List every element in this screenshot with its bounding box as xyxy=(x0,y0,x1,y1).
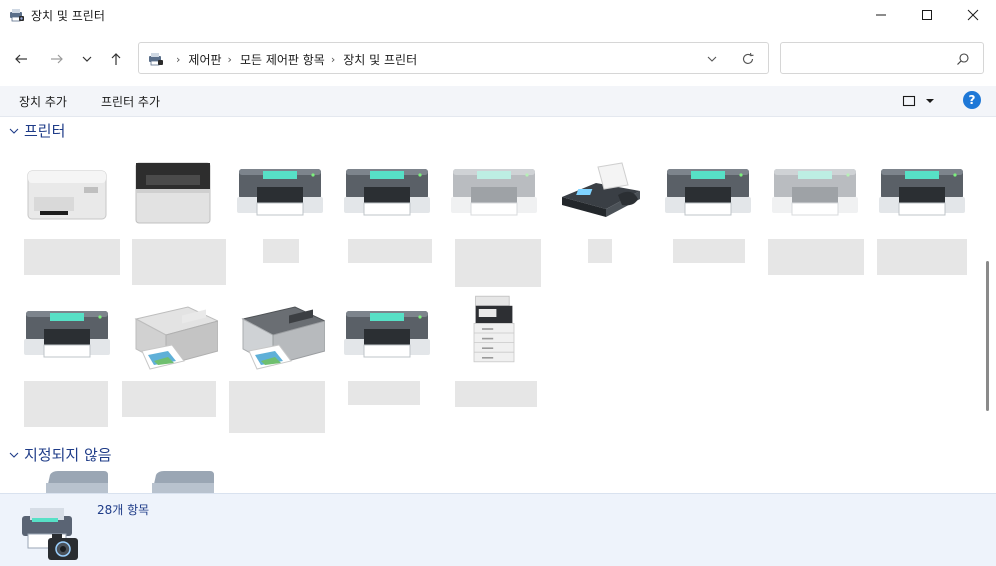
device-printer[interactable] xyxy=(869,157,975,277)
devices-printers-icon xyxy=(22,508,78,560)
device-printer[interactable] xyxy=(334,157,440,267)
minimize-icon xyxy=(876,14,886,16)
breadcrumb-control-panel[interactable]: 제어판 xyxy=(188,51,221,68)
obscured-label xyxy=(229,381,325,433)
printer-offline-icon xyxy=(449,157,539,229)
obscured-label xyxy=(24,239,120,275)
obscured-label xyxy=(455,239,541,287)
vertical-scrollbar[interactable] xyxy=(982,117,996,493)
breadcrumb-devices-printers[interactable]: 장치 및 프린터 xyxy=(343,51,417,68)
device-printer[interactable] xyxy=(655,157,761,267)
device-printer[interactable] xyxy=(14,157,120,277)
group-header-printers[interactable]: 프린터 xyxy=(8,120,65,141)
obscured-label xyxy=(455,381,537,407)
device-unspecified[interactable] xyxy=(120,469,226,493)
back-arrow-icon xyxy=(15,54,27,64)
close-button[interactable] xyxy=(950,0,996,30)
obscured-label xyxy=(588,239,612,263)
details-pane: 28개 항목 xyxy=(0,493,996,566)
device-printer[interactable] xyxy=(441,157,547,287)
up-arrow-icon xyxy=(111,53,121,65)
add-printer-button[interactable]: 프린터 추가 xyxy=(101,93,160,110)
back-button[interactable] xyxy=(10,48,32,70)
photo-printer-icon xyxy=(241,306,325,370)
device-printer[interactable] xyxy=(334,299,440,409)
printer-icon xyxy=(342,299,432,371)
add-device-button[interactable]: 장치 추가 xyxy=(19,93,67,110)
scrollbar-thumb[interactable] xyxy=(986,261,989,411)
device-printer[interactable] xyxy=(14,299,120,429)
group-label: 프린터 xyxy=(24,122,66,140)
obscured-label xyxy=(348,239,432,263)
devices-printers-icon xyxy=(149,53,163,66)
search-box[interactable] xyxy=(780,42,984,74)
device-printer[interactable] xyxy=(227,299,333,435)
maximize-button[interactable] xyxy=(904,0,950,30)
device-printer[interactable] xyxy=(120,299,226,419)
fax-icon xyxy=(562,162,640,217)
minimize-button[interactable] xyxy=(858,0,904,30)
obscured-label xyxy=(673,239,745,263)
view-dropdown-icon[interactable] xyxy=(924,96,936,106)
refresh-icon[interactable] xyxy=(741,52,755,66)
title-bar: 장치 및 프린터 xyxy=(0,0,996,30)
printer-icon xyxy=(235,157,325,229)
chevron-right-icon[interactable]: › xyxy=(331,53,335,66)
obscured-label xyxy=(132,239,226,285)
obscured-label xyxy=(768,239,864,275)
device-printer[interactable] xyxy=(227,157,333,267)
window-title: 장치 및 프린터 xyxy=(31,9,105,23)
help-icon[interactable]: ? xyxy=(963,91,981,109)
device-icon xyxy=(152,471,214,493)
device-list: 프린터 지정되지 않음 xyxy=(0,117,980,493)
command-bar: 장치 추가 프린터 추가 ? xyxy=(0,86,996,117)
item-count: 28개 항목 xyxy=(97,503,150,517)
photo-printer-icon xyxy=(134,306,218,370)
device-unspecified[interactable] xyxy=(14,469,120,493)
address-bar[interactable]: › 제어판 › 모든 제어판 항목 › 장치 및 프린터 xyxy=(138,42,769,74)
search-icon[interactable] xyxy=(956,52,970,66)
obscured-label xyxy=(24,381,108,427)
printer-icon xyxy=(877,157,967,229)
printer-icon xyxy=(663,157,753,229)
obscured-label xyxy=(877,239,967,275)
device-icon xyxy=(46,471,108,493)
up-button[interactable] xyxy=(105,48,127,70)
chevron-down-icon xyxy=(9,128,19,134)
chevron-down-icon xyxy=(9,452,19,458)
obscured-label xyxy=(122,381,216,417)
chevron-down-icon xyxy=(82,56,92,62)
laser-printer-icon xyxy=(27,170,107,220)
maximize-icon xyxy=(922,10,932,20)
copier-icon xyxy=(473,295,515,363)
printer-offline-icon xyxy=(770,157,860,229)
address-dropdown-icon[interactable] xyxy=(705,52,719,66)
navigation-bar: › 제어판 › 모든 제어판 항목 › 장치 및 프린터 xyxy=(0,30,996,86)
breadcrumb-all-items[interactable]: 모든 제어판 항목 xyxy=(240,51,325,68)
devices-printers-icon xyxy=(10,9,24,22)
view-options-icon[interactable] xyxy=(902,94,916,108)
group-header-unspecified[interactable]: 지정되지 않음 xyxy=(8,444,112,465)
laser-printer-icon xyxy=(135,162,211,224)
breadcrumb: › 제어판 › 모든 제어판 항목 › 장치 및 프린터 xyxy=(170,51,417,68)
obscured-label xyxy=(263,239,299,263)
obscured-label xyxy=(348,381,420,405)
printer-icon xyxy=(22,299,112,371)
chevron-right-icon[interactable]: › xyxy=(228,53,232,66)
device-fax[interactable] xyxy=(548,157,654,267)
recent-locations-button[interactable] xyxy=(76,48,98,70)
printer-icon xyxy=(342,157,432,229)
group-label: 지정되지 않음 xyxy=(24,446,112,464)
device-multifunction[interactable] xyxy=(441,293,547,409)
chevron-right-icon[interactable]: › xyxy=(176,53,180,66)
device-printer[interactable] xyxy=(762,157,868,277)
search-input[interactable] xyxy=(789,49,949,67)
forward-arrow-icon xyxy=(51,54,63,64)
close-icon xyxy=(967,9,979,21)
forward-button[interactable] xyxy=(46,48,68,70)
device-printer[interactable] xyxy=(120,157,226,287)
